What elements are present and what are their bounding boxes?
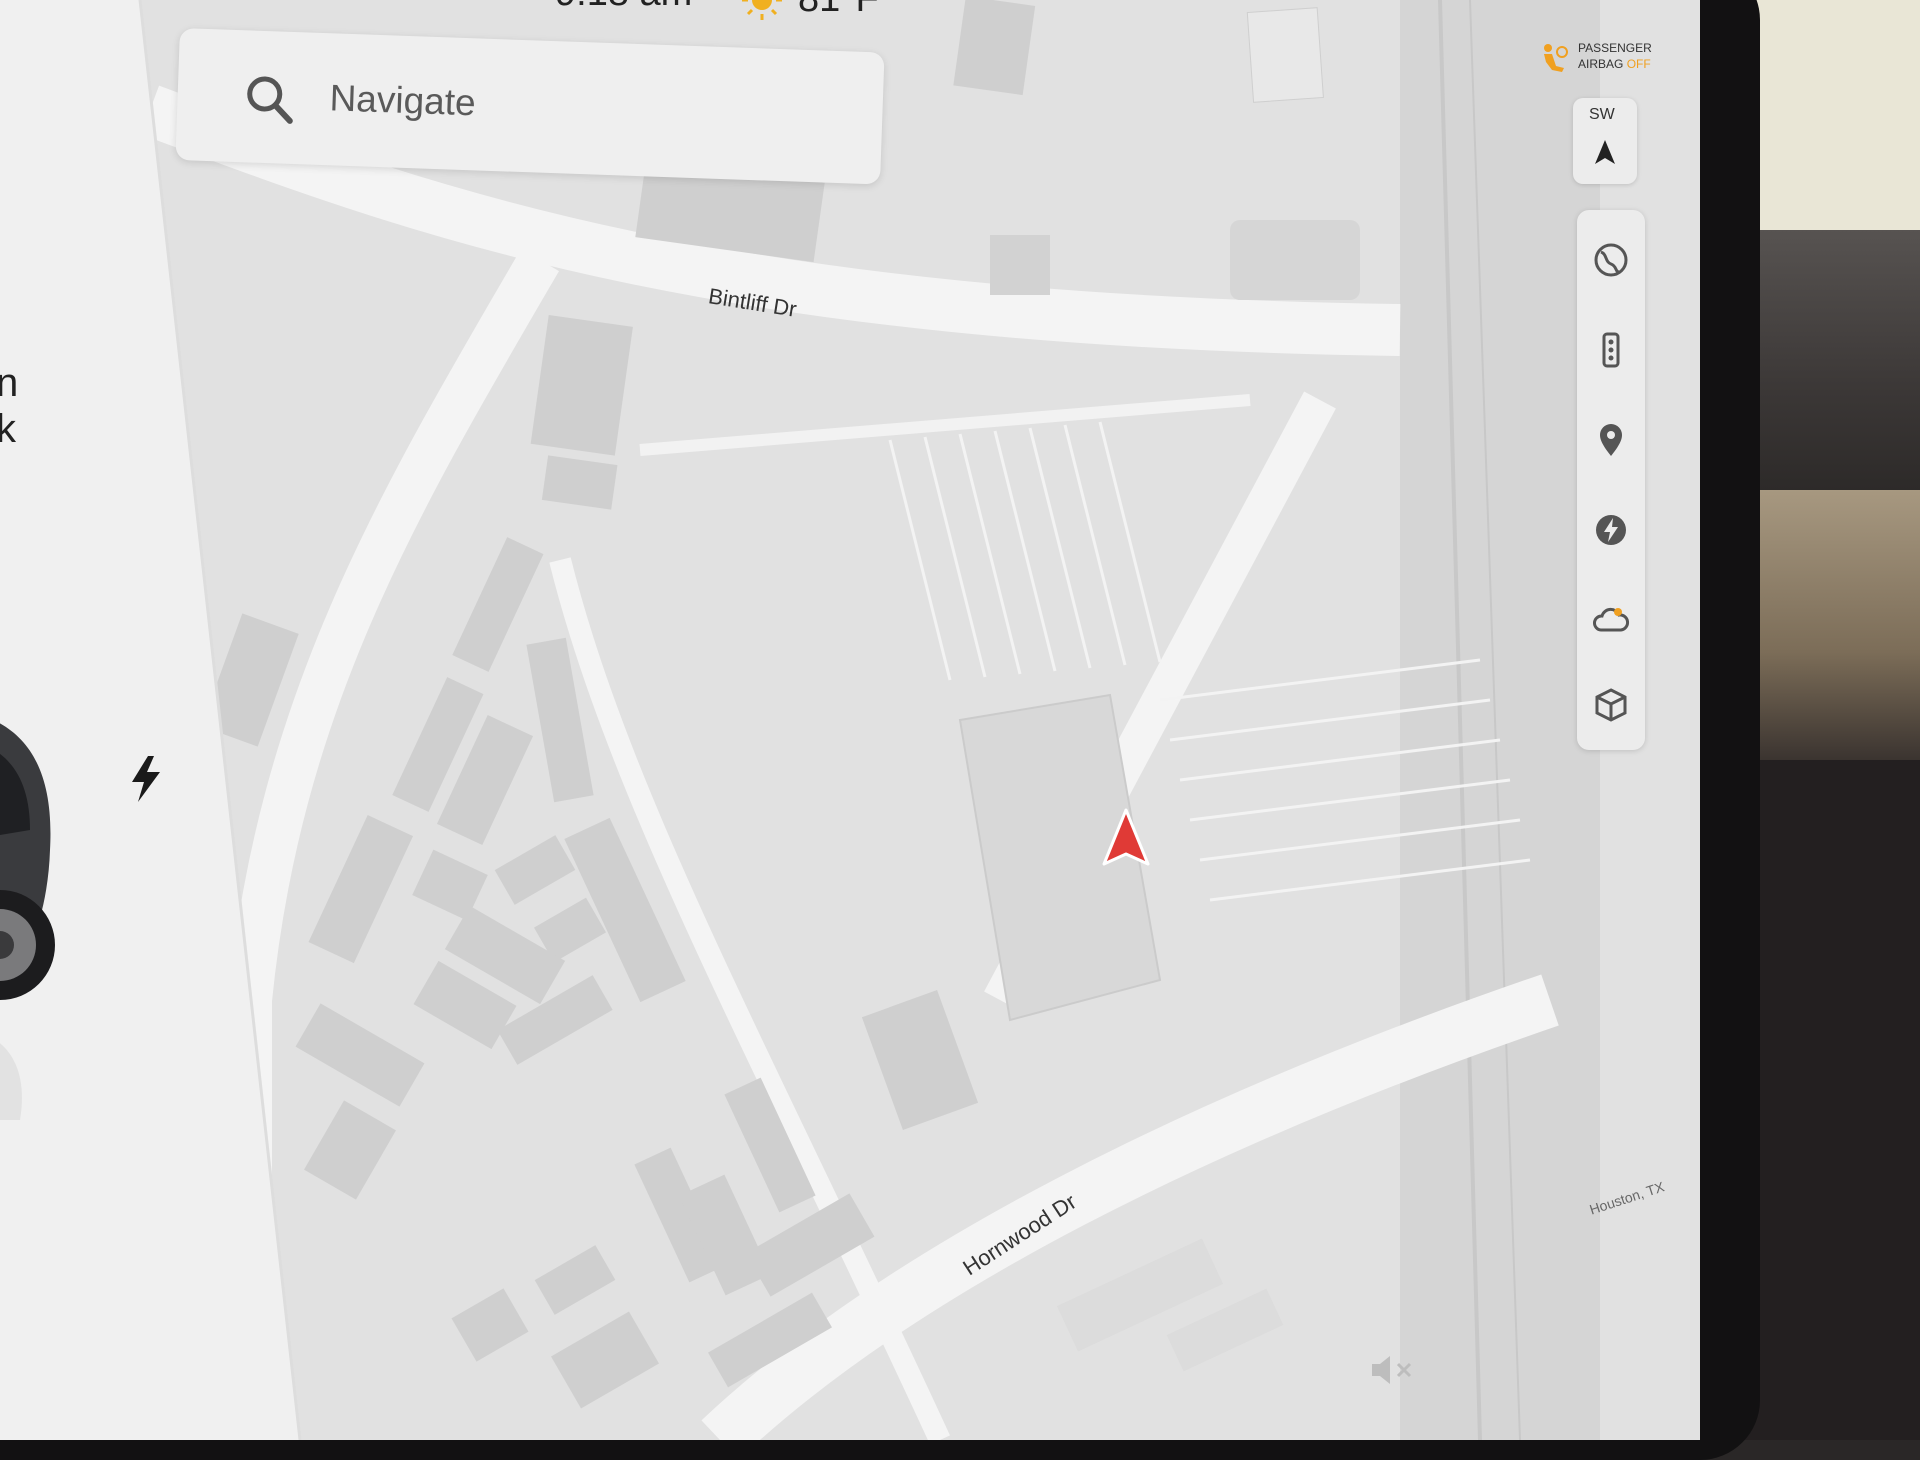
3d-view-button[interactable]: [1591, 685, 1631, 725]
airbag-label-line1: PASSENGER: [1578, 41, 1652, 55]
touchscreen: n k 9:18 am 81°F Navigate: [0, 0, 1700, 1440]
weather-button[interactable]: [1591, 600, 1631, 640]
highway-strip: [1400, 0, 1600, 1440]
airbag-icon: [1544, 44, 1568, 72]
charging-bolt-icon: [132, 756, 160, 802]
charging-button[interactable]: [1591, 510, 1631, 550]
airbag-status: OFF: [1626, 57, 1651, 71]
vehicle-image: [0, 723, 55, 1120]
navigation-arrow-icon: [1102, 808, 1150, 866]
traffic-button[interactable]: [1591, 330, 1631, 370]
sun-icon: [742, 0, 782, 20]
navigate-input[interactable]: Navigate: [329, 77, 476, 124]
cube-icon: [1595, 688, 1627, 722]
search-icon: [247, 76, 293, 124]
cloud-icon: [1593, 607, 1630, 632]
airbag-label-line2: AIRBAG: [1578, 57, 1624, 71]
compass-heading: SW: [1589, 106, 1615, 123]
satellite-view-button[interactable]: [1591, 240, 1631, 280]
vehicle-panel[interactable]: n k: [0, 0, 300, 1440]
status-time: 9:18 am: [555, 0, 692, 15]
passenger-airbag-indicator: PASSENGER AIRBAG OFF: [1540, 40, 1652, 84]
globe-icon: [1594, 243, 1628, 277]
map-toolbar: [1577, 210, 1645, 750]
navigate-search-bar[interactable]: Navigate: [175, 28, 885, 185]
map-pin-icon: [1600, 424, 1622, 456]
status-temperature: 81°F: [798, 0, 879, 21]
compass-arrow-icon: [1595, 140, 1615, 164]
destination-button[interactable]: [1591, 420, 1631, 460]
traffic-light-icon: [1602, 332, 1620, 368]
compass-button[interactable]: SW: [1573, 98, 1637, 184]
lightning-icon: [1596, 515, 1626, 545]
vehicle-panel-text: n k: [0, 361, 19, 451]
mute-icon[interactable]: [1368, 1352, 1416, 1388]
